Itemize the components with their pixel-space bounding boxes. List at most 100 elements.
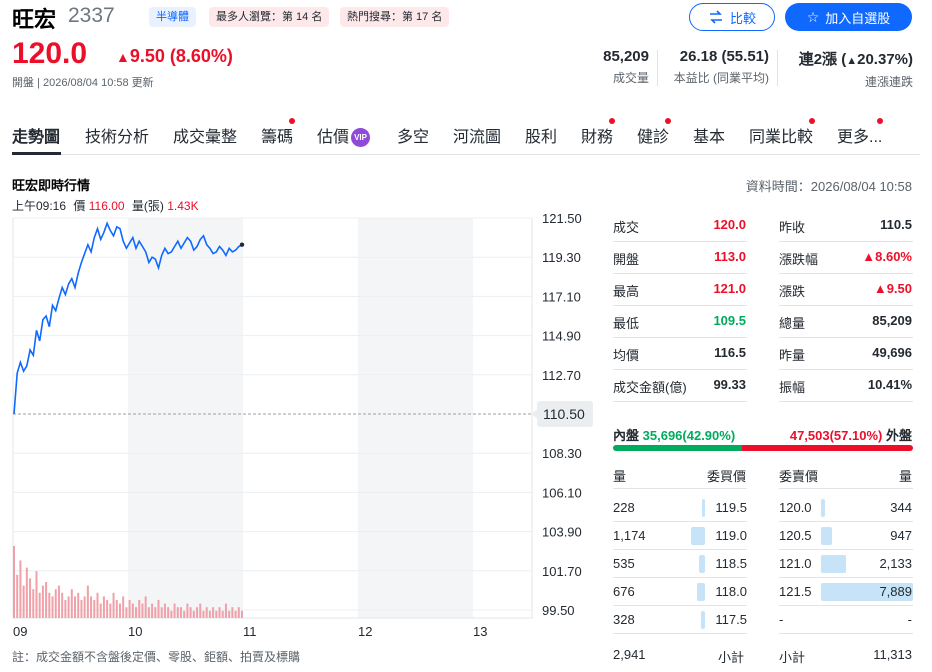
volume-bar — [90, 596, 93, 618]
tab-chips[interactable]: 籌碼 — [261, 123, 293, 147]
ask-price: - — [779, 612, 784, 627]
volume-bar — [70, 589, 73, 618]
bid-price: 117.5 — [715, 612, 747, 627]
row-divider — [779, 549, 913, 550]
ask-qty: - — [907, 612, 912, 627]
notification-dot — [877, 118, 883, 124]
outer-volume: 47,503(57.10%) 外盤 — [789, 428, 912, 443]
row-divider — [779, 401, 913, 402]
volume-bar — [173, 603, 176, 618]
tab-trend[interactable]: 走勢圖 — [12, 123, 60, 147]
volume-bar — [179, 607, 182, 618]
volume-bar — [99, 603, 102, 618]
row-divider — [779, 633, 913, 634]
bid-price: 118.0 — [715, 584, 747, 599]
quote-label: 振幅 — [779, 380, 806, 395]
tab-peers[interactable]: 同業比較 — [749, 123, 813, 147]
divider — [777, 50, 778, 86]
volume-bar — [208, 610, 211, 618]
volume-bar — [205, 607, 208, 618]
ask-price: 120.0 — [779, 500, 812, 515]
volume-bar — [189, 607, 192, 618]
tab-basic[interactable]: 基本 — [693, 123, 725, 147]
volume-bar — [80, 600, 83, 618]
volume-bar — [38, 592, 41, 618]
kpi-streak: 連2漲 (▲20.37%) 連漲連跌 — [798, 51, 913, 89]
volume-bar — [102, 596, 105, 618]
bid-qty: 328 — [613, 612, 635, 627]
volume-bar — [125, 607, 128, 618]
tab-valuation[interactable]: 估價 VIP — [317, 123, 371, 147]
quote-value: 120.0 — [713, 217, 746, 232]
quote-value: 49,696 — [872, 345, 912, 360]
volume-bar — [151, 603, 154, 618]
volume-bar — [196, 607, 199, 618]
row-divider — [779, 337, 913, 338]
quote-label: 成交金額(億) — [613, 380, 687, 395]
ask-qty-header: 量 — [899, 469, 913, 484]
tab-river[interactable]: 河流圖 — [453, 123, 501, 147]
row-divider — [613, 273, 747, 274]
panel-title: 旺宏即時行情 — [12, 178, 91, 193]
x-tick-label: 09 — [13, 624, 27, 639]
volume-bar — [25, 567, 28, 618]
up-arrow-icon: ▲ — [846, 55, 858, 67]
volume-bar — [183, 610, 186, 618]
row-divider — [613, 369, 747, 370]
y-tick-label: 114.90 — [542, 329, 581, 344]
tab-trades[interactable]: 成交彙整 — [173, 123, 237, 147]
volume-bar — [32, 589, 35, 618]
volume-bar — [221, 610, 224, 618]
tab-financial[interactable]: 財務 — [581, 123, 613, 147]
row-divider — [613, 605, 747, 606]
y-tick-label: 112.70 — [542, 368, 581, 383]
volume-bar — [109, 603, 112, 618]
volume-bar — [218, 607, 221, 618]
volume-bar — [228, 610, 231, 618]
tab-dividend[interactable]: 股利 — [525, 123, 557, 147]
bid-qty: 676 — [613, 584, 635, 599]
bid-price-header: 委買價 — [707, 469, 747, 484]
quote-value: ▲9.50 — [873, 281, 912, 296]
intraday-chart[interactable]: 121.50 119.30 117.10 114.90 112.70 108.30 106.… — [0, 210, 600, 642]
inner-volume: 內盤 35,696(42.90%) — [613, 428, 736, 443]
ask-price: 121.0 — [779, 556, 812, 571]
volume-bar — [106, 600, 109, 618]
volume-bar — [64, 600, 67, 618]
quote-label: 昨量 — [779, 348, 806, 363]
volume-bar — [35, 571, 38, 618]
kpi-pe: 26.18 (55.51) 本益比 (同業平均) — [673, 48, 769, 85]
watchlist-label: 加入自選股 — [825, 10, 891, 26]
quote-value: 110.5 — [880, 217, 912, 232]
ask-depth-bar — [821, 527, 833, 545]
volume-bar — [176, 607, 179, 618]
volume-bar — [115, 600, 118, 618]
volume-bar — [160, 607, 163, 618]
volume-bar — [231, 607, 234, 618]
volume-bar — [237, 607, 240, 618]
ask-qty: 344 — [890, 500, 912, 515]
row-divider — [613, 633, 747, 634]
tab-checkup[interactable]: 健診 — [637, 123, 669, 147]
bid-price: 118.5 — [715, 556, 747, 571]
y-tick-label: 108.30 — [542, 446, 582, 461]
bid-total-label: 小計 — [718, 650, 745, 665]
stock-name: 旺宏 — [12, 7, 57, 32]
industry-tag[interactable]: 半導體 — [149, 7, 196, 27]
volume-bar — [141, 603, 144, 618]
add-watchlist-button[interactable]: ☆ 加入自選股 — [785, 3, 912, 31]
volume-bar — [57, 585, 60, 618]
bid-price: 119.0 — [715, 528, 747, 543]
tab-more[interactable]: 更多... — [837, 123, 882, 147]
tab-technical[interactable]: 技術分析 — [85, 123, 149, 147]
volume-bar — [118, 603, 121, 618]
quote-label: 最低 — [613, 316, 640, 331]
y-tick-label: 103.90 — [542, 525, 582, 540]
bid-depth-bar — [691, 527, 705, 545]
reference-label: 110.50 — [543, 406, 585, 422]
x-tick-label: 13 — [473, 624, 487, 639]
compare-button[interactable]: 比較 — [689, 3, 775, 31]
tab-bull-bear[interactable]: 多空 — [397, 123, 429, 147]
compare-icon — [709, 10, 722, 24]
ask-qty: 2,133 — [879, 556, 912, 571]
